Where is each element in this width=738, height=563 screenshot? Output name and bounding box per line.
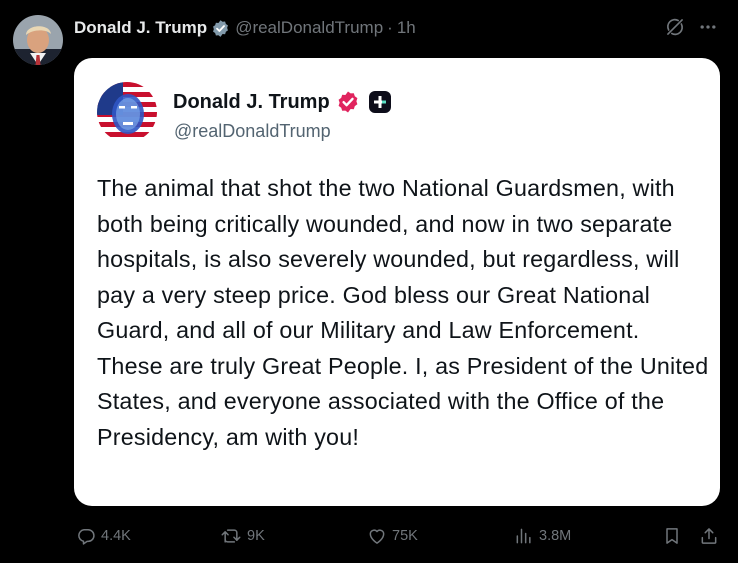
grok-icon[interactable]	[664, 16, 686, 38]
like-button[interactable]: 75K	[367, 524, 418, 548]
card-author-name: Donald J. Trump	[173, 90, 330, 113]
reply-button[interactable]: 4.4K	[76, 524, 131, 548]
share-icon	[701, 528, 717, 544]
repost-button[interactable]: 9K	[220, 524, 265, 548]
views-count: 3.8M	[539, 528, 572, 544]
truth-social-icon	[368, 90, 392, 114]
like-count: 75K	[392, 528, 418, 544]
more-icon[interactable]	[697, 16, 719, 38]
post-time[interactable]: 1h	[397, 18, 416, 38]
author-name[interactable]: Donald J. Trump	[74, 18, 207, 38]
card-name-row: Donald J. Trump	[173, 89, 392, 115]
reply-count: 4.4K	[101, 528, 131, 544]
post-header: Donald J. Trump @realDonaldTrump · 1h	[74, 16, 416, 40]
card-author-handle: @realDonaldTrump	[174, 121, 331, 141]
views-button[interactable]: 3.8M	[514, 524, 571, 548]
views-icon	[516, 528, 531, 544]
separator-dot: ·	[387, 18, 393, 37]
repost-count: 9K	[247, 528, 265, 544]
repost-icon	[221, 529, 241, 543]
bookmark-icon	[666, 528, 678, 544]
author-handle[interactable]: @realDonaldTrump	[235, 18, 383, 38]
author-avatar[interactable]	[13, 15, 63, 65]
verified-badge-icon	[336, 90, 360, 114]
like-icon	[369, 529, 385, 544]
card-post-text: The animal that shot the two National Gu…	[97, 175, 709, 450]
reply-icon	[78, 529, 95, 545]
embedded-post-image[interactable]: Donald J. Trump @realDonaldTrump The ani…	[74, 58, 720, 506]
share-button[interactable]	[699, 524, 719, 548]
verified-badge-icon	[211, 19, 230, 38]
card-avatar	[97, 82, 157, 142]
bookmark-button[interactable]	[662, 524, 682, 548]
